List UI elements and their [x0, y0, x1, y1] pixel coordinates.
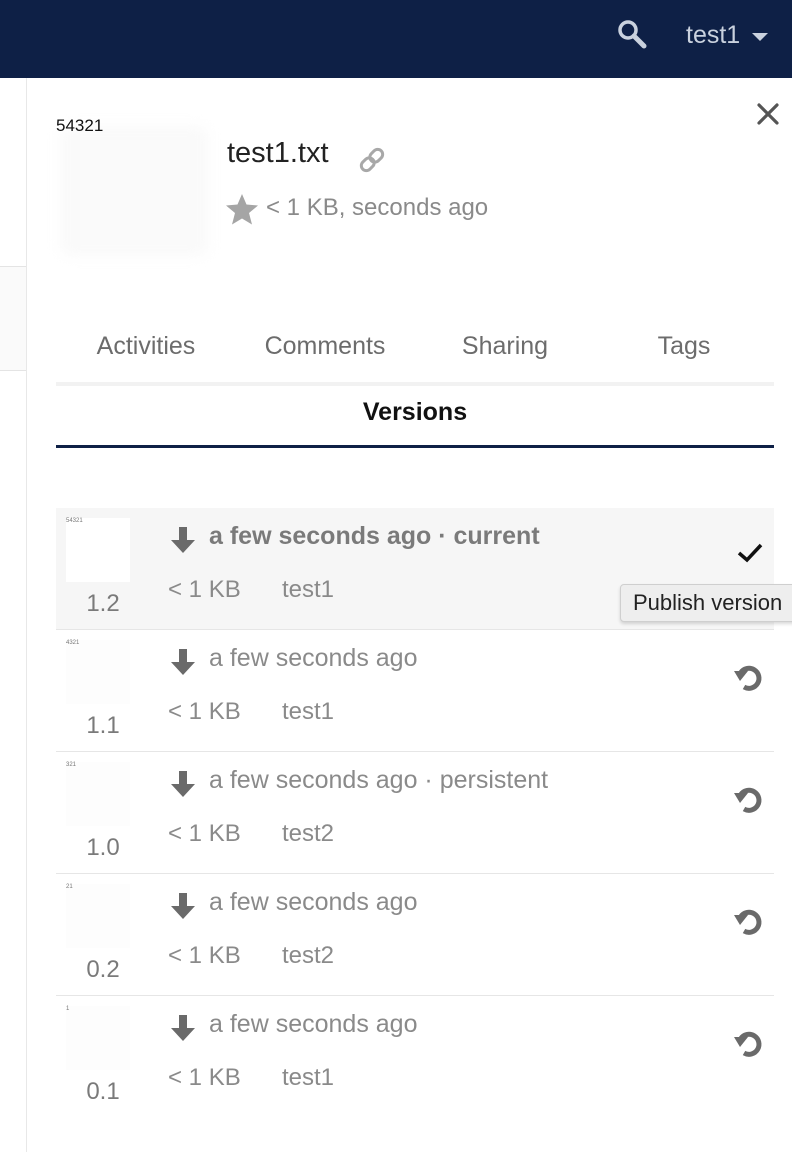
version-row: 21 0.2 a few seconds ago < 1 KB test2: [56, 874, 774, 996]
close-icon[interactable]: [754, 100, 782, 128]
chevron-down-icon: [752, 32, 769, 41]
download-icon[interactable]: [168, 524, 198, 556]
version-row: 1 0.1 a few seconds ago < 1 KB test1: [56, 996, 774, 1117]
file-thumbnail: 54321: [56, 116, 208, 256]
file-size-and-date: < 1 KB, seconds ago: [266, 194, 489, 221]
tab-versions-label: Versions: [362, 398, 468, 426]
download-icon[interactable]: [168, 1012, 198, 1044]
version-thumbnail-text: 4321: [66, 640, 80, 646]
divider: [0, 370, 26, 371]
file-name: test1.txt: [227, 137, 329, 169]
version-size: < 1 KB: [168, 698, 241, 725]
version-user: test2: [282, 942, 335, 969]
download-icon[interactable]: [168, 768, 198, 800]
version-size: < 1 KB: [168, 820, 241, 847]
tab-versions[interactable]: Versions: [56, 384, 774, 448]
restore-icon[interactable]: [732, 660, 766, 694]
download-icon[interactable]: [168, 890, 198, 922]
version-size: < 1 KB: [168, 1064, 241, 1091]
version-size: < 1 KB: [168, 942, 241, 969]
version-number: 1.0: [86, 834, 120, 861]
version-time: a few seconds ago · persistent: [209, 766, 549, 794]
link-icon[interactable]: [356, 144, 388, 176]
tab-activities[interactable]: Activities: [56, 332, 236, 361]
version-time: a few seconds ago: [209, 1010, 418, 1038]
divider: [0, 266, 26, 267]
version-time: a few seconds ago: [209, 644, 418, 672]
version-user: test1: [282, 698, 335, 725]
version-number: 0.2: [86, 956, 120, 983]
tooltip: Publish version: [620, 584, 792, 622]
version-thumbnail: 4321: [66, 640, 130, 704]
version-number: 1.1: [86, 712, 120, 739]
sidebar-tabs: Activities Comments Sharing Tags: [56, 320, 774, 386]
version-thumbnail-text: 321: [66, 762, 77, 768]
star-icon[interactable]: [225, 192, 259, 226]
tab-comments[interactable]: Comments: [235, 332, 415, 361]
user-menu[interactable]: test1: [686, 18, 769, 52]
version-user: test1: [282, 1064, 335, 1091]
version-number: 1.2: [86, 590, 120, 617]
version-thumbnail-text: 21: [66, 884, 73, 890]
download-icon[interactable]: [168, 646, 198, 678]
version-user: test1: [282, 576, 335, 603]
tab-sharing[interactable]: Sharing: [415, 332, 595, 361]
version-thumbnail: 21: [66, 884, 130, 948]
tooltip-text: Publish version: [633, 590, 783, 615]
version-time: a few seconds ago · current: [209, 522, 540, 550]
checkmark-icon[interactable]: [736, 538, 764, 566]
thumbnail-text: 54321: [56, 116, 104, 135]
version-number: 0.1: [86, 1078, 120, 1105]
version-thumbnail: 1: [66, 1006, 130, 1070]
version-row: 321 1.0 a few seconds ago · persistent <…: [56, 752, 774, 874]
restore-icon[interactable]: [732, 904, 766, 938]
version-size: < 1 KB: [168, 576, 241, 603]
restore-icon[interactable]: [732, 1026, 766, 1060]
version-row: 4321 1.1 a few seconds ago < 1 KB test1: [56, 630, 774, 752]
restore-icon[interactable]: [732, 782, 766, 816]
version-thumbnail: 321: [66, 762, 130, 826]
background-app-panel: [0, 78, 26, 1152]
version-thumbnail: 54321: [66, 518, 130, 582]
version-time: a few seconds ago: [209, 888, 418, 916]
version-thumbnail-text: 1: [66, 1006, 70, 1012]
top-header-bar: test1: [0, 0, 792, 78]
user-name: test1: [686, 20, 741, 49]
tab-tags[interactable]: Tags: [594, 332, 774, 361]
version-thumbnail-text: 54321: [66, 518, 83, 524]
background-selected-row: [0, 267, 26, 370]
search-icon[interactable]: [616, 18, 648, 50]
version-user: test2: [282, 820, 335, 847]
